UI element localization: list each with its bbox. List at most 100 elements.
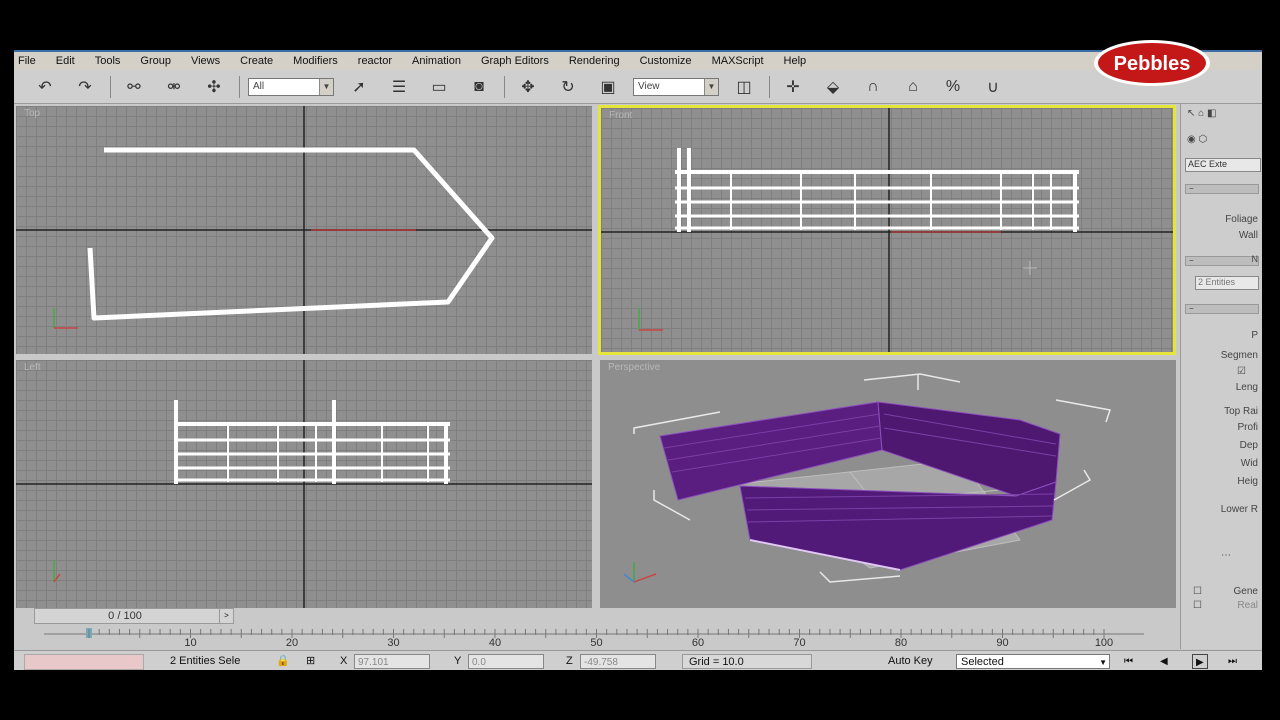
profile-label: Profi <box>1237 422 1258 433</box>
select-object-icon[interactable]: ➚ <box>344 75 374 99</box>
angle-snap-icon[interactable]: ⌂ <box>898 75 928 99</box>
unlink-icon[interactable]: ⚮ <box>159 75 189 99</box>
redo-icon[interactable]: ↷ <box>70 75 100 99</box>
toolbar-divider <box>110 75 111 98</box>
scale-icon[interactable]: ▣ <box>593 75 623 99</box>
wall-button[interactable]: Wall <box>1239 230 1258 241</box>
menu-animation[interactable]: Animation <box>412 55 461 67</box>
generate-mapping-checkbox[interactable]: ☐ <box>1193 586 1202 597</box>
rollout-object-type[interactable]: − <box>1185 184 1259 194</box>
track-bar[interactable]: 10 20 30 40 50 60 70 80 90 100 <box>44 626 1154 649</box>
viewport-front[interactable]: Front <box>598 105 1176 355</box>
fence-path-outline <box>87 147 495 321</box>
y-label: Y <box>454 655 462 667</box>
selection-filter-dropdown[interactable]: All ▼ <box>248 77 334 96</box>
lock-icon[interactable]: 🔒 <box>276 654 290 669</box>
time-slider[interactable]: 0 / 100 > <box>34 608 234 624</box>
main-toolbar: ↶ ↷ ⚯ ⚮ ✣ All ▼ ➚ ☰ ▭ ◙ ✥ ↻ ▣ View ▼ ◫ ✛… <box>14 70 1262 104</box>
go-to-start-icon[interactable]: ⏮ <box>1124 654 1133 669</box>
bind-space-warp-icon[interactable]: ✣ <box>199 75 229 99</box>
menu-reactor[interactable]: reactor <box>358 55 392 67</box>
reference-coordinate-value: View <box>638 80 660 92</box>
pebbles-logo: Pebbles <box>1094 40 1210 86</box>
foliage-button[interactable]: Foliage <box>1225 214 1258 225</box>
status-bar: 2 Entities Sele 🔒 ⊞ X 97.101 Y 0.0 Z -49… <box>14 650 1262 670</box>
track-tick-label: 80 <box>895 637 907 648</box>
track-tick-label: 20 <box>286 637 298 648</box>
undo-icon[interactable]: ↶ <box>30 75 60 99</box>
chevron-down-icon: ▼ <box>319 78 333 95</box>
menu-graph-editors[interactable]: Graph Editors <box>481 55 549 67</box>
pivot-center-icon[interactable]: ◫ <box>729 75 759 99</box>
create-tab-icons[interactable]: ↖ ⌂ ◧ <box>1187 108 1216 119</box>
x-coordinate-field[interactable]: 97.101 <box>354 654 430 669</box>
chevron-right-icon[interactable]: > <box>219 609 233 623</box>
real-world-label: Real <box>1237 600 1258 611</box>
menu-maxscript[interactable]: MAXScript <box>712 55 764 67</box>
menu-help[interactable]: Help <box>784 55 807 67</box>
object-category-dropdown[interactable]: AEC Exte <box>1185 158 1261 172</box>
menu-create[interactable]: Create <box>240 55 273 67</box>
z-label: Z <box>566 655 573 667</box>
name-color-header: N <box>1251 254 1259 264</box>
menu-bar: File Edit Tools Group Views Create Modif… <box>14 50 1262 70</box>
next-frame-icon[interactable]: ⏭ <box>1228 654 1237 669</box>
chevron-down-icon: ▼ <box>704 78 718 95</box>
menu-file[interactable]: File <box>18 55 36 67</box>
keyboard-shortcut-icon[interactable]: ⬙ <box>818 75 848 99</box>
percent-snap-icon[interactable]: % <box>938 75 968 99</box>
axis-tripod-icon <box>53 560 61 583</box>
play-icon[interactable]: ▶ <box>1192 654 1208 669</box>
menu-customize[interactable]: Customize <box>640 55 692 67</box>
axis-tripod-icon <box>638 308 663 331</box>
select-and-link-icon[interactable]: ⚯ <box>119 75 149 99</box>
lower-rail-spacing-icon[interactable]: ⋯ <box>1221 550 1231 561</box>
absolute-mode-icon[interactable]: ⊞ <box>306 654 315 669</box>
move-icon[interactable]: ✥ <box>513 75 543 99</box>
track-tick-label: 100 <box>1095 637 1113 648</box>
rollout-parameters[interactable]: − <box>1185 304 1259 314</box>
fence-front-wireframe <box>675 148 1079 232</box>
axis-tripod-icon <box>623 562 657 583</box>
command-panel: ↖ ⌂ ◧ ◉ ⬡ AEC Exte − Foliage Wall − N 2 … <box>1180 104 1262 649</box>
menu-edit[interactable]: Edit <box>56 55 75 67</box>
grid-spacing: Grid = 10.0 <box>682 654 812 669</box>
object-name-field[interactable]: 2 Entities <box>1195 276 1259 290</box>
segments-label: Segmen <box>1220 350 1258 361</box>
pick-railing-path-button[interactable]: P <box>1251 330 1258 341</box>
y-coordinate-field[interactable]: 0.0 <box>468 654 544 669</box>
rollout-name-color[interactable]: − <box>1185 256 1259 266</box>
menu-modifiers[interactable]: Modifiers <box>293 55 338 67</box>
spinner-snap-icon[interactable]: ∪ <box>978 75 1008 99</box>
viewport-left[interactable]: Left <box>16 360 592 608</box>
generate-mapping-label: Gene <box>1233 586 1258 597</box>
geometry-icon[interactable]: ◉ ⬡ <box>1187 134 1207 145</box>
chevron-down-icon: ▼ <box>1099 658 1107 667</box>
select-by-name-icon[interactable]: ☰ <box>384 75 414 99</box>
maxscript-listener[interactable] <box>24 654 144 670</box>
respect-corners-checkbox[interactable]: ☑ <box>1237 366 1246 377</box>
menu-tools[interactable]: Tools <box>95 55 121 67</box>
menu-rendering[interactable]: Rendering <box>569 55 620 67</box>
menu-group[interactable]: Group <box>140 55 171 67</box>
window-crossing-icon[interactable]: ◙ <box>464 75 494 99</box>
reference-coordinate-dropdown[interactable]: View ▼ <box>633 77 719 96</box>
viewport-top[interactable]: Top <box>16 106 592 354</box>
viewport-perspective[interactable]: Perspective <box>600 360 1176 608</box>
previous-frame-icon[interactable]: ◀ <box>1160 654 1168 669</box>
menu-views[interactable]: Views <box>191 55 220 67</box>
front-view-drawing <box>601 108 1173 352</box>
rectangular-selection-icon[interactable]: ▭ <box>424 75 454 99</box>
track-tick-label: 10 <box>184 637 196 648</box>
move-cursor-icon <box>1023 261 1037 275</box>
snap-toggle-icon[interactable]: ∩ <box>858 75 888 99</box>
track-tick-label: 50 <box>590 637 602 648</box>
track-tick-label: 70 <box>793 637 805 648</box>
z-coordinate-field[interactable]: -49.758 <box>580 654 656 669</box>
auto-key-button[interactable]: Auto Key <box>888 654 933 669</box>
real-world-checkbox[interactable]: ☐ <box>1193 600 1202 611</box>
track-tick-label: 90 <box>996 637 1008 648</box>
select-manipulate-icon[interactable]: ✛ <box>778 75 808 99</box>
rotate-icon[interactable]: ↻ <box>553 75 583 99</box>
key-filter-dropdown[interactable]: Selected ▼ <box>956 654 1110 669</box>
